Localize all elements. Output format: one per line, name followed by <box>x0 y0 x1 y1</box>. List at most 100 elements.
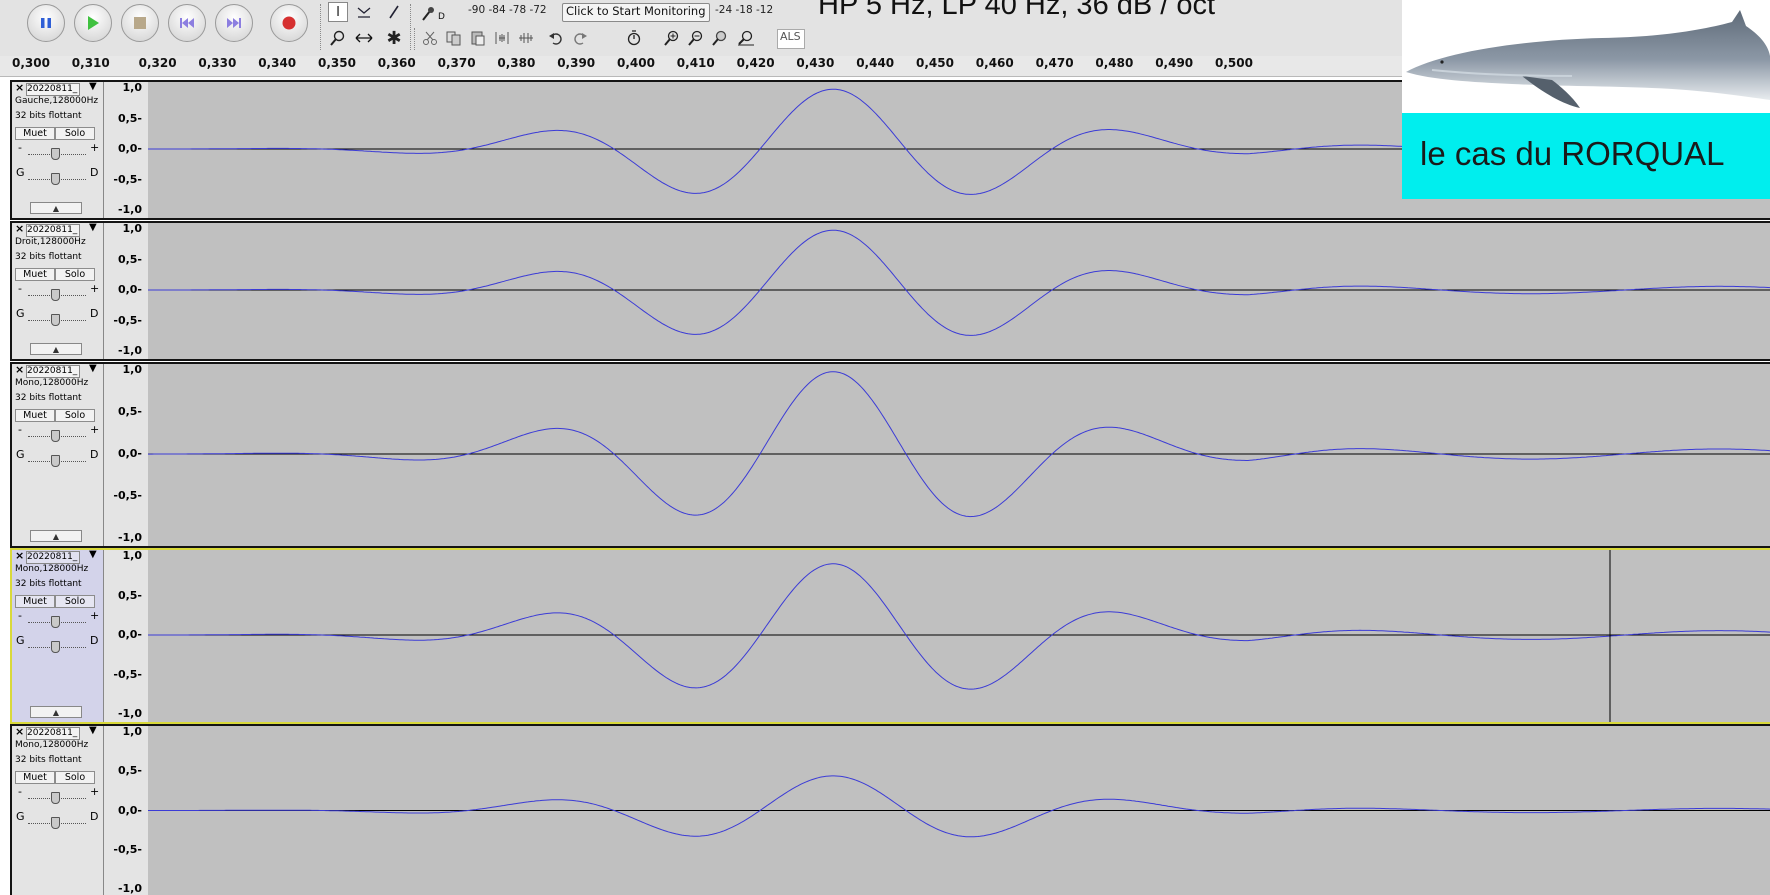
pan-slider[interactable]: GD <box>16 634 98 654</box>
multi-tool-icon[interactable]: ✱ <box>384 28 404 49</box>
mic-icon[interactable] <box>418 4 438 24</box>
draw-tool-icon[interactable] <box>384 2 404 22</box>
track-menu-arrow-icon[interactable]: ▼ <box>89 550 97 560</box>
close-track-icon[interactable]: × <box>15 223 24 235</box>
pan-thumb[interactable] <box>51 641 60 653</box>
paste-icon[interactable] <box>468 28 488 48</box>
waveform-area[interactable] <box>148 223 1770 359</box>
track-menu-arrow-icon[interactable]: ▼ <box>89 726 97 736</box>
sync-lock-icon[interactable] <box>624 28 644 48</box>
waveform-area[interactable] <box>148 364 1770 546</box>
skip-end-button[interactable] <box>215 4 253 42</box>
track-name-button[interactable]: 20220811_ <box>26 365 80 378</box>
waveform-area[interactable] <box>148 550 1770 722</box>
track-control-panel[interactable]: × 20220811_ ▼ Mono,128000Hz 32 bits flottant… <box>12 364 104 546</box>
fit-project-icon[interactable] <box>736 28 756 48</box>
timeshift-tool-icon[interactable] <box>354 28 374 48</box>
track-name-button[interactable]: 20220811_ <box>26 727 80 740</box>
track-name-button[interactable]: 20220811_ <box>26 551 80 564</box>
collapse-track-button[interactable]: ▲ <box>30 343 82 355</box>
waveform-svg <box>148 775 1770 838</box>
audio-track[interactable]: × 20220811_ ▼ Mono,128000Hz 32 bits flottant… <box>10 362 1770 548</box>
gain-thumb[interactable] <box>51 148 60 160</box>
silence-icon[interactable] <box>516 28 536 48</box>
close-track-icon[interactable]: × <box>15 550 24 562</box>
cut-icon[interactable] <box>420 28 440 48</box>
solo-button[interactable]: Solo <box>55 268 95 281</box>
audio-track[interactable]: × 20220811_ ▼ Droit,128000Hz 32 bits flottan… <box>10 221 1770 361</box>
vertical-ruler[interactable]: 1,0 0,5- 0,0- -0,5- -1,0 <box>104 81 148 218</box>
slide-title: HP 5 Hz, LP 40 Hz, 36 dB / oct <box>818 0 1216 21</box>
gain-thumb[interactable] <box>51 430 60 442</box>
zoom-in-icon[interactable] <box>662 28 682 48</box>
mute-button[interactable]: Muet <box>15 409 55 422</box>
collapse-track-button[interactable]: ▲ <box>30 706 82 718</box>
track-control-panel[interactable]: × 20220811_ ▼ Mono,128000Hz 32 bits flottant… <box>12 726 104 895</box>
audio-host-select[interactable]: ALS <box>777 29 805 49</box>
pan-thumb[interactable] <box>51 817 60 829</box>
close-track-icon[interactable]: × <box>15 364 24 376</box>
pan-thumb[interactable] <box>51 314 60 326</box>
mute-button[interactable]: Muet <box>15 127 55 140</box>
vertical-ruler[interactable]: 1,0 0,5- 0,0- -0,5- -1,0 <box>104 363 148 546</box>
track-name-button[interactable]: 20220811_ <box>26 83 80 96</box>
gain-min-label: - <box>18 141 22 154</box>
solo-button[interactable]: Solo <box>55 127 95 140</box>
skip-start-button[interactable] <box>168 4 206 42</box>
mute-button[interactable]: Muet <box>15 771 55 784</box>
audio-track[interactable]: × 20220811_ ▼ Mono,128000Hz 32 bits flottant… <box>10 548 1770 724</box>
pan-thumb[interactable] <box>51 455 60 467</box>
audio-track[interactable]: × 20220811_ ▼ Mono,128000Hz 32 bits flottant… <box>10 724 1770 895</box>
record-button[interactable] <box>270 4 308 42</box>
collapse-track-button[interactable]: ▲ <box>30 530 82 542</box>
gain-slider[interactable]: - + <box>16 282 99 302</box>
zoom-out-icon[interactable] <box>686 28 706 48</box>
pan-thumb[interactable] <box>51 173 60 185</box>
pan-slider[interactable]: GD <box>16 448 98 468</box>
close-track-icon[interactable]: × <box>15 726 24 738</box>
solo-button[interactable]: Solo <box>55 409 95 422</box>
gain-thumb[interactable] <box>51 289 60 301</box>
undo-icon[interactable] <box>546 28 566 48</box>
selection-tool-icon[interactable]: I <box>328 2 348 22</box>
pan-slider[interactable]: GD <box>16 307 98 327</box>
pause-button[interactable] <box>27 4 65 42</box>
pan-slider[interactable]: GD <box>16 166 98 186</box>
close-track-icon[interactable]: × <box>15 82 24 94</box>
collapse-track-button[interactable]: ▲ <box>30 202 82 214</box>
timeline-ruler[interactable]: 0,300 0,310 0,320 0,330 0,340 0,350 0,360 0,370… <box>0 56 1402 77</box>
mute-button[interactable]: Muet <box>15 268 55 281</box>
trim-icon[interactable] <box>492 28 512 48</box>
envelope-tool-icon[interactable] <box>354 2 374 22</box>
zoom-tool-icon[interactable] <box>328 28 348 48</box>
gain-slider[interactable]: - + <box>16 423 99 443</box>
waveform-area[interactable] <box>148 726 1770 895</box>
track-menu-arrow-icon[interactable]: ▼ <box>89 223 97 233</box>
gain-slider[interactable]: - + <box>16 609 99 629</box>
stop-button[interactable] <box>121 4 159 42</box>
track-control-panel[interactable]: × 20220811_ ▼ Droit,128000Hz 32 bits flottan… <box>12 223 104 359</box>
redo-icon[interactable] <box>570 28 590 48</box>
track-control-panel[interactable]: × 20220811_ ▼ Gauche,128000Hz 32 bits flotta… <box>12 82 104 218</box>
track-control-panel[interactable]: × 20220811_ ▼ Mono,128000Hz 32 bits flottant… <box>12 550 104 722</box>
mute-button[interactable]: Muet <box>15 595 55 608</box>
fit-selection-icon[interactable] <box>710 28 730 48</box>
track-menu-arrow-icon[interactable]: ▼ <box>89 82 97 92</box>
vertical-ruler[interactable]: 1,0 0,5- 0,0- -0,5- -1,0 <box>104 549 148 722</box>
gain-slider[interactable]: - + <box>16 785 99 805</box>
solo-button[interactable]: Solo <box>55 595 95 608</box>
track-name-button[interactable]: 20220811_ <box>26 224 80 237</box>
solo-button[interactable]: Solo <box>55 771 95 784</box>
copy-icon[interactable] <box>444 28 464 48</box>
pan-slider[interactable]: GD <box>16 810 98 830</box>
gain-thumb[interactable] <box>51 616 60 628</box>
vertical-ruler[interactable]: 1,0 0,5- 0,0- -0,5- -1,0 <box>104 222 148 359</box>
start-monitoring-button[interactable]: Click to Start Monitoring <box>562 3 710 22</box>
vertical-ruler[interactable]: 1,0 0,5- 0,0- -0,5- -1,0 <box>104 725 148 895</box>
ruler-tick: 0,480 <box>1095 56 1134 70</box>
play-button[interactable] <box>74 4 112 42</box>
gain-slider[interactable]: - + <box>16 141 99 161</box>
gain-thumb[interactable] <box>51 792 60 804</box>
amplitude-label: 1,0 <box>122 549 143 562</box>
track-menu-arrow-icon[interactable]: ▼ <box>89 364 97 374</box>
